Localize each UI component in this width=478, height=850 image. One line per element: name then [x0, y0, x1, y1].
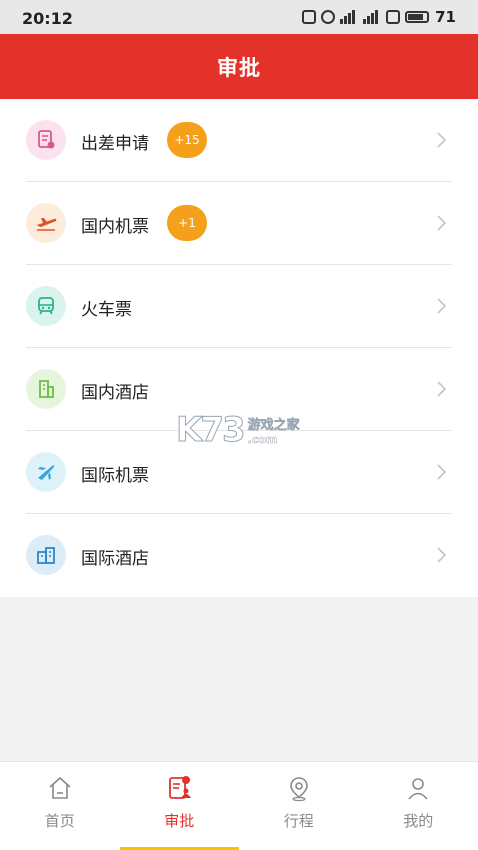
- user-icon: [408, 778, 428, 800]
- chevron-right-icon: [437, 464, 447, 480]
- list-item-travel-request[interactable]: 出差申请 +15: [0, 99, 478, 182]
- list-item-domestic-flight[interactable]: 国内机票 +1: [0, 182, 478, 265]
- status-time: 20:12: [22, 9, 73, 28]
- list-item-international-hotel[interactable]: 国际酒店: [0, 514, 478, 597]
- tab-profile[interactable]: 我的: [359, 762, 478, 850]
- approval-list: 出差申请 +15 国内机票 +1 火车票 国内酒店 国际机票 国际酒店: [0, 99, 478, 597]
- tab-home[interactable]: 首页: [0, 762, 120, 850]
- building-icon: [26, 369, 66, 409]
- tab-itinerary[interactable]: 行程: [239, 762, 359, 850]
- status-bar: 20:12 71: [0, 0, 478, 34]
- battery-icon: [405, 11, 430, 23]
- status-indicators: 71: [302, 8, 456, 26]
- item-label: 国内酒店: [81, 383, 149, 403]
- page-title: 审批: [217, 55, 261, 80]
- chevron-right-icon: [437, 298, 447, 314]
- approval-icon: [169, 776, 192, 799]
- alarm-icon: [321, 10, 336, 24]
- list-item-train-ticket[interactable]: 火车票: [0, 265, 478, 348]
- list-item-domestic-hotel[interactable]: 国内酒店: [0, 348, 478, 431]
- train-icon: [26, 286, 66, 326]
- tab-label: 我的: [403, 812, 434, 830]
- plane-icon: [26, 452, 66, 492]
- document-stamp-icon: [26, 120, 66, 160]
- chevron-right-icon: [437, 381, 447, 397]
- battery-level: 71: [435, 8, 456, 26]
- count-badge: +15: [167, 122, 207, 158]
- item-label: 国际机票: [81, 466, 149, 486]
- chevron-right-icon: [437, 547, 447, 563]
- hd-icon: [386, 10, 401, 24]
- header: 审批: [0, 34, 478, 99]
- hotel-icon: [26, 535, 66, 575]
- item-label: 火车票: [81, 300, 132, 320]
- list-item-international-flight[interactable]: 国际机票: [0, 431, 478, 514]
- vibrate-icon: [302, 10, 317, 24]
- count-badge: +1: [167, 205, 207, 241]
- tab-approval[interactable]: 审批: [119, 762, 239, 850]
- tab-label: 行程: [283, 812, 314, 830]
- signal-icon: [363, 10, 381, 24]
- tab-label: 首页: [44, 812, 75, 830]
- signal-icon: [340, 10, 358, 24]
- plane-takeoff-icon: [26, 203, 66, 243]
- location-pin-icon: [289, 777, 308, 802]
- item-label: 国际酒店: [81, 549, 149, 569]
- chevron-right-icon: [437, 132, 447, 148]
- item-label: 出差申请: [81, 134, 149, 154]
- home-icon: [49, 776, 71, 799]
- bottom-tab-bar: 首页 审批 行程 我的: [0, 761, 478, 850]
- item-label: 国内机票: [81, 217, 149, 237]
- tab-label: 审批: [164, 812, 195, 830]
- chevron-right-icon: [437, 215, 447, 231]
